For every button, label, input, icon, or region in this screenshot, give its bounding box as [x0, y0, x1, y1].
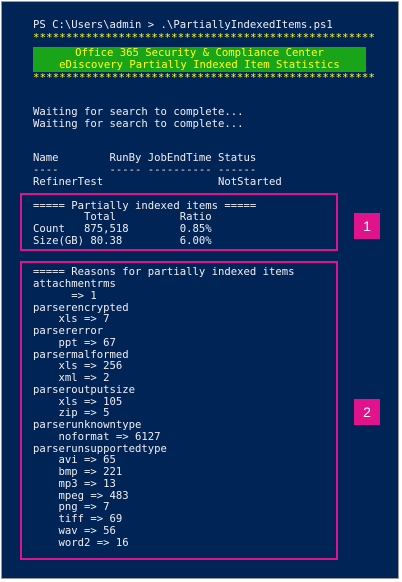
- waiting-line: Waiting for search to complete...: [33, 118, 244, 130]
- powershell-console: PS C:\Users\admin > .\PartiallyIndexedIt…: [1, 1, 399, 579]
- separator-top: ****************************************…: [33, 32, 376, 44]
- callout-badge-1: 1: [354, 213, 380, 239]
- callout-badge-2: 2: [354, 399, 380, 425]
- banner-title: Office 365 Security & Compliance Center: [75, 47, 324, 59]
- callout-box-statistics: [20, 193, 338, 251]
- report-banner: Office 365 Security & Compliance Center …: [33, 47, 366, 72]
- search-table-row: RefinerTest NotStarted: [33, 176, 282, 188]
- callout-box-reasons: [20, 261, 338, 560]
- separator-bottom: ****************************************…: [33, 72, 376, 84]
- prompt-line: PS C:\Users\admin > .\PartiallyIndexedIt…: [33, 19, 333, 31]
- banner-subtitle: eDiscovery Partially Indexed Item Statis…: [59, 59, 340, 71]
